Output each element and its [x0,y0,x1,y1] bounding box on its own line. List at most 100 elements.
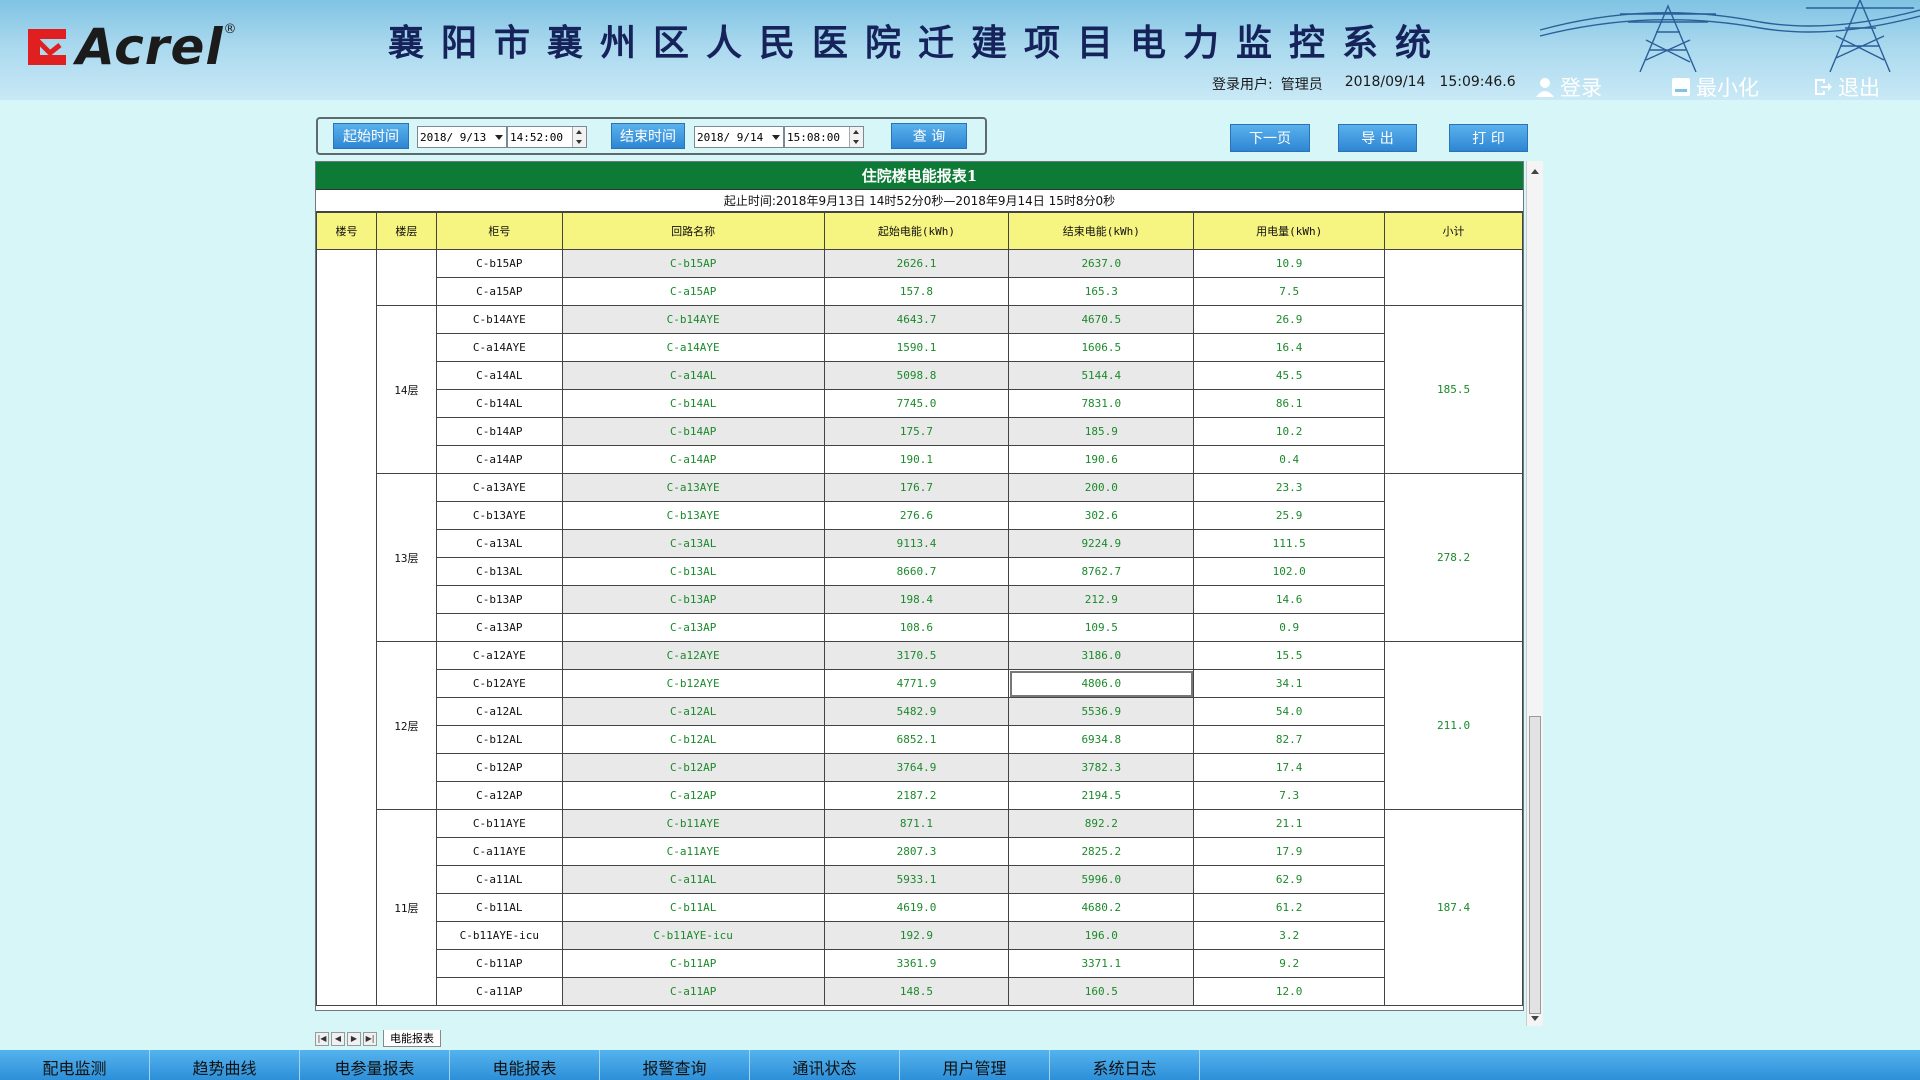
cabinet-cell[interactable]: C-a14AP [435,445,563,474]
cabinet-cell[interactable]: C-b15AP [435,249,563,278]
cabinet-cell[interactable]: C-a13AP [435,613,563,642]
circuit-cell[interactable]: C-b12AP [561,753,825,782]
usage-cell[interactable]: 102.0 [1193,557,1386,586]
start-energy-cell[interactable]: 192.9 [823,921,1010,950]
cabinet-cell[interactable]: C-b11AL [435,893,563,922]
cabinet-cell[interactable]: C-b12AL [435,725,563,754]
circuit-cell[interactable]: C-b14AL [561,389,825,418]
cabinet-cell[interactable]: C-a12AL [435,697,563,726]
print-button[interactable]: 打 印 [1449,124,1528,152]
start-energy-cell[interactable]: 190.1 [823,445,1010,474]
cabinet-cell[interactable]: C-a12AYE [435,641,563,670]
export-button[interactable]: 导 出 [1338,124,1417,152]
end-energy-cell[interactable]: 165.3 [1008,277,1195,306]
cabinet-cell[interactable]: C-b14AYE [435,305,563,334]
start-energy-cell[interactable]: 5482.9 [823,697,1010,726]
circuit-cell[interactable]: C-b14AYE [561,305,825,334]
start-energy-cell[interactable]: 3361.9 [823,949,1010,978]
start-date-picker[interactable]: 2018/ 9/13 [417,126,507,148]
nav-item[interactable]: 通讯状态 [750,1050,900,1080]
end-energy-cell[interactable]: 302.6 [1008,501,1195,530]
circuit-cell[interactable]: C-b11AL [561,893,825,922]
usage-cell[interactable]: 10.9 [1193,249,1386,278]
prev-sheet-icon[interactable]: ◀ [331,1031,345,1046]
usage-cell[interactable]: 25.9 [1193,501,1386,530]
circuit-cell[interactable]: C-a12AYE [561,641,825,670]
nav-item[interactable]: 趋势曲线 [150,1050,300,1080]
usage-cell[interactable]: 26.9 [1193,305,1386,334]
usage-cell[interactable]: 12.0 [1193,977,1386,1006]
nav-item[interactable]: 用户管理 [900,1050,1050,1080]
usage-cell[interactable]: 82.7 [1193,725,1386,754]
start-energy-cell[interactable]: 2626.1 [823,249,1010,278]
cabinet-cell[interactable]: C-b13AL [435,557,563,586]
start-energy-cell[interactable]: 175.7 [823,417,1010,446]
circuit-cell[interactable]: C-a13AYE [561,473,825,502]
circuit-cell[interactable]: C-a12AP [561,781,825,810]
cabinet-cell[interactable]: C-a12AP [435,781,563,810]
search-button[interactable]: 查 询 [891,123,967,149]
start-energy-cell[interactable]: 1590.1 [823,333,1010,362]
circuit-cell[interactable]: C-a11AYE [561,837,825,866]
usage-cell[interactable]: 17.4 [1193,753,1386,782]
usage-cell[interactable]: 34.1 [1193,669,1386,698]
start-energy-cell[interactable]: 4643.7 [823,305,1010,334]
end-energy-cell[interactable]: 196.0 [1008,921,1195,950]
cabinet-cell[interactable]: C-b13AYE [435,501,563,530]
usage-cell[interactable]: 61.2 [1193,893,1386,922]
usage-cell[interactable]: 10.2 [1193,417,1386,446]
end-energy-cell[interactable]: 9224.9 [1008,529,1195,558]
minimize-button[interactable]: 最小化 [1671,72,1759,100]
end-energy-cell[interactable]: 6934.8 [1008,725,1195,754]
end-energy-cell[interactable]: 190.6 [1008,445,1195,474]
scroll-thumb[interactable] [1529,716,1541,1014]
sheet-tab-energy-report[interactable]: 电能报表 [383,1030,441,1047]
start-energy-cell[interactable]: 108.6 [823,613,1010,642]
circuit-cell[interactable]: C-b11AP [561,949,825,978]
usage-cell[interactable]: 14.6 [1193,585,1386,614]
usage-cell[interactable]: 23.3 [1193,473,1386,502]
end-energy-cell[interactable]: 2194.5 [1008,781,1195,810]
nav-item[interactable]: 系统日志 [1050,1050,1200,1080]
start-energy-cell[interactable]: 7745.0 [823,389,1010,418]
circuit-cell[interactable]: C-b14AP [561,417,825,446]
cabinet-cell[interactable]: C-a14AYE [435,333,563,362]
cabinet-cell[interactable]: C-a13AYE [435,473,563,502]
circuit-cell[interactable]: C-b12AL [561,725,825,754]
cabinet-cell[interactable]: C-b11AYE-icu [435,921,563,950]
start-energy-cell[interactable]: 9113.4 [823,529,1010,558]
end-energy-cell[interactable]: 185.9 [1008,417,1195,446]
usage-cell[interactable]: 16.4 [1193,333,1386,362]
end-energy-cell[interactable]: 1606.5 [1008,333,1195,362]
end-energy-cell[interactable]: 2637.0 [1008,249,1195,278]
usage-cell[interactable]: 111.5 [1193,529,1386,558]
end-energy-cell[interactable]: 5996.0 [1008,865,1195,894]
next-sheet-icon[interactable]: ▶ [347,1031,361,1046]
end-energy-cell[interactable]: 3186.0 [1008,641,1195,670]
cabinet-cell[interactable]: C-a14AL [435,361,563,390]
end-energy-cell[interactable]: 3371.1 [1008,949,1195,978]
usage-cell[interactable]: 3.2 [1193,921,1386,950]
circuit-cell[interactable]: C-b12AYE [561,669,825,698]
start-energy-cell[interactable]: 176.7 [823,473,1010,502]
usage-cell[interactable]: 15.5 [1193,641,1386,670]
cabinet-cell[interactable]: C-b12AP [435,753,563,782]
start-energy-cell[interactable]: 871.1 [823,809,1010,838]
start-energy-cell[interactable]: 148.5 [823,977,1010,1006]
cabinet-cell[interactable]: C-a11AL [435,865,563,894]
nav-item[interactable]: 报警查询 [600,1050,750,1080]
end-energy-cell[interactable]: 4806.0 [1008,669,1195,698]
nav-item[interactable]: 电参量报表 [300,1050,450,1080]
end-energy-cell[interactable]: 200.0 [1008,473,1195,502]
usage-cell[interactable]: 17.9 [1193,837,1386,866]
start-energy-cell[interactable]: 4619.0 [823,893,1010,922]
end-energy-cell[interactable]: 8762.7 [1008,557,1195,586]
scroll-up-icon[interactable] [1531,169,1539,174]
cabinet-cell[interactable]: C-a15AP [435,277,563,306]
circuit-cell[interactable]: C-b11AYE [561,809,825,838]
circuit-cell[interactable]: C-a14AP [561,445,825,474]
end-energy-cell[interactable]: 7831.0 [1008,389,1195,418]
first-sheet-icon[interactable]: |◀ [315,1031,329,1046]
usage-cell[interactable]: 86.1 [1193,389,1386,418]
start-energy-cell[interactable]: 198.4 [823,585,1010,614]
